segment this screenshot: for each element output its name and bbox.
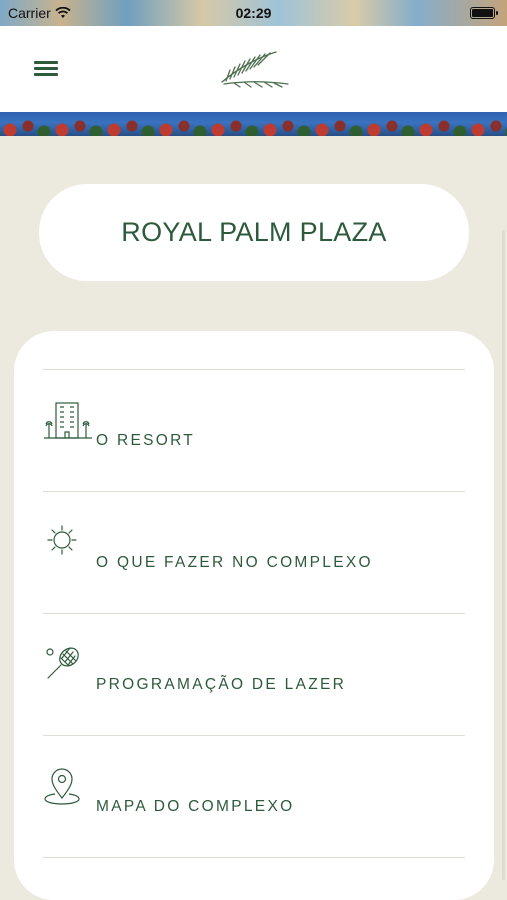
map-pin-icon bbox=[44, 768, 80, 805]
sun-icon bbox=[47, 525, 77, 555]
hotel-building-icon bbox=[44, 402, 92, 439]
status-bar: Carrier 02:29 bbox=[0, 0, 507, 26]
menu-item-activities[interactable]: O QUE FAZER NO COMPLEXO bbox=[43, 492, 465, 613]
hamburger-menu-icon[interactable] bbox=[34, 59, 58, 77]
menu-item-label: PROGRAMAÇÃO DE LAZER bbox=[96, 676, 347, 693]
menu-card: O RESORT O QUE FAZER NO COMPLEXO PROGRAM… bbox=[14, 331, 494, 900]
scrollbar[interactable] bbox=[502, 230, 505, 880]
nav-bar bbox=[0, 26, 507, 112]
title-card: ROYAL PALM PLAZA bbox=[39, 184, 469, 281]
menu-item-label: O RESORT bbox=[96, 432, 196, 449]
tennis-racket-icon bbox=[46, 647, 79, 679]
menu-item-label: O QUE FAZER NO COMPLEXO bbox=[96, 554, 373, 571]
status-time: 02:29 bbox=[235, 5, 272, 21]
divider bbox=[43, 857, 465, 858]
page-title: ROYAL PALM PLAZA bbox=[121, 217, 387, 247]
battery-icon bbox=[470, 7, 498, 19]
palm-leaf-logo-icon bbox=[221, 51, 289, 88]
menu-item-resort[interactable]: O RESORT bbox=[43, 370, 465, 491]
menu-item-label: MAPA DO COMPLEXO bbox=[96, 798, 295, 815]
menu-item-map[interactable]: MAPA DO COMPLEXO bbox=[43, 736, 465, 857]
menu-item-leisure-schedule[interactable]: PROGRAMAÇÃO DE LAZER bbox=[43, 614, 465, 735]
header-banner-image bbox=[0, 112, 507, 136]
